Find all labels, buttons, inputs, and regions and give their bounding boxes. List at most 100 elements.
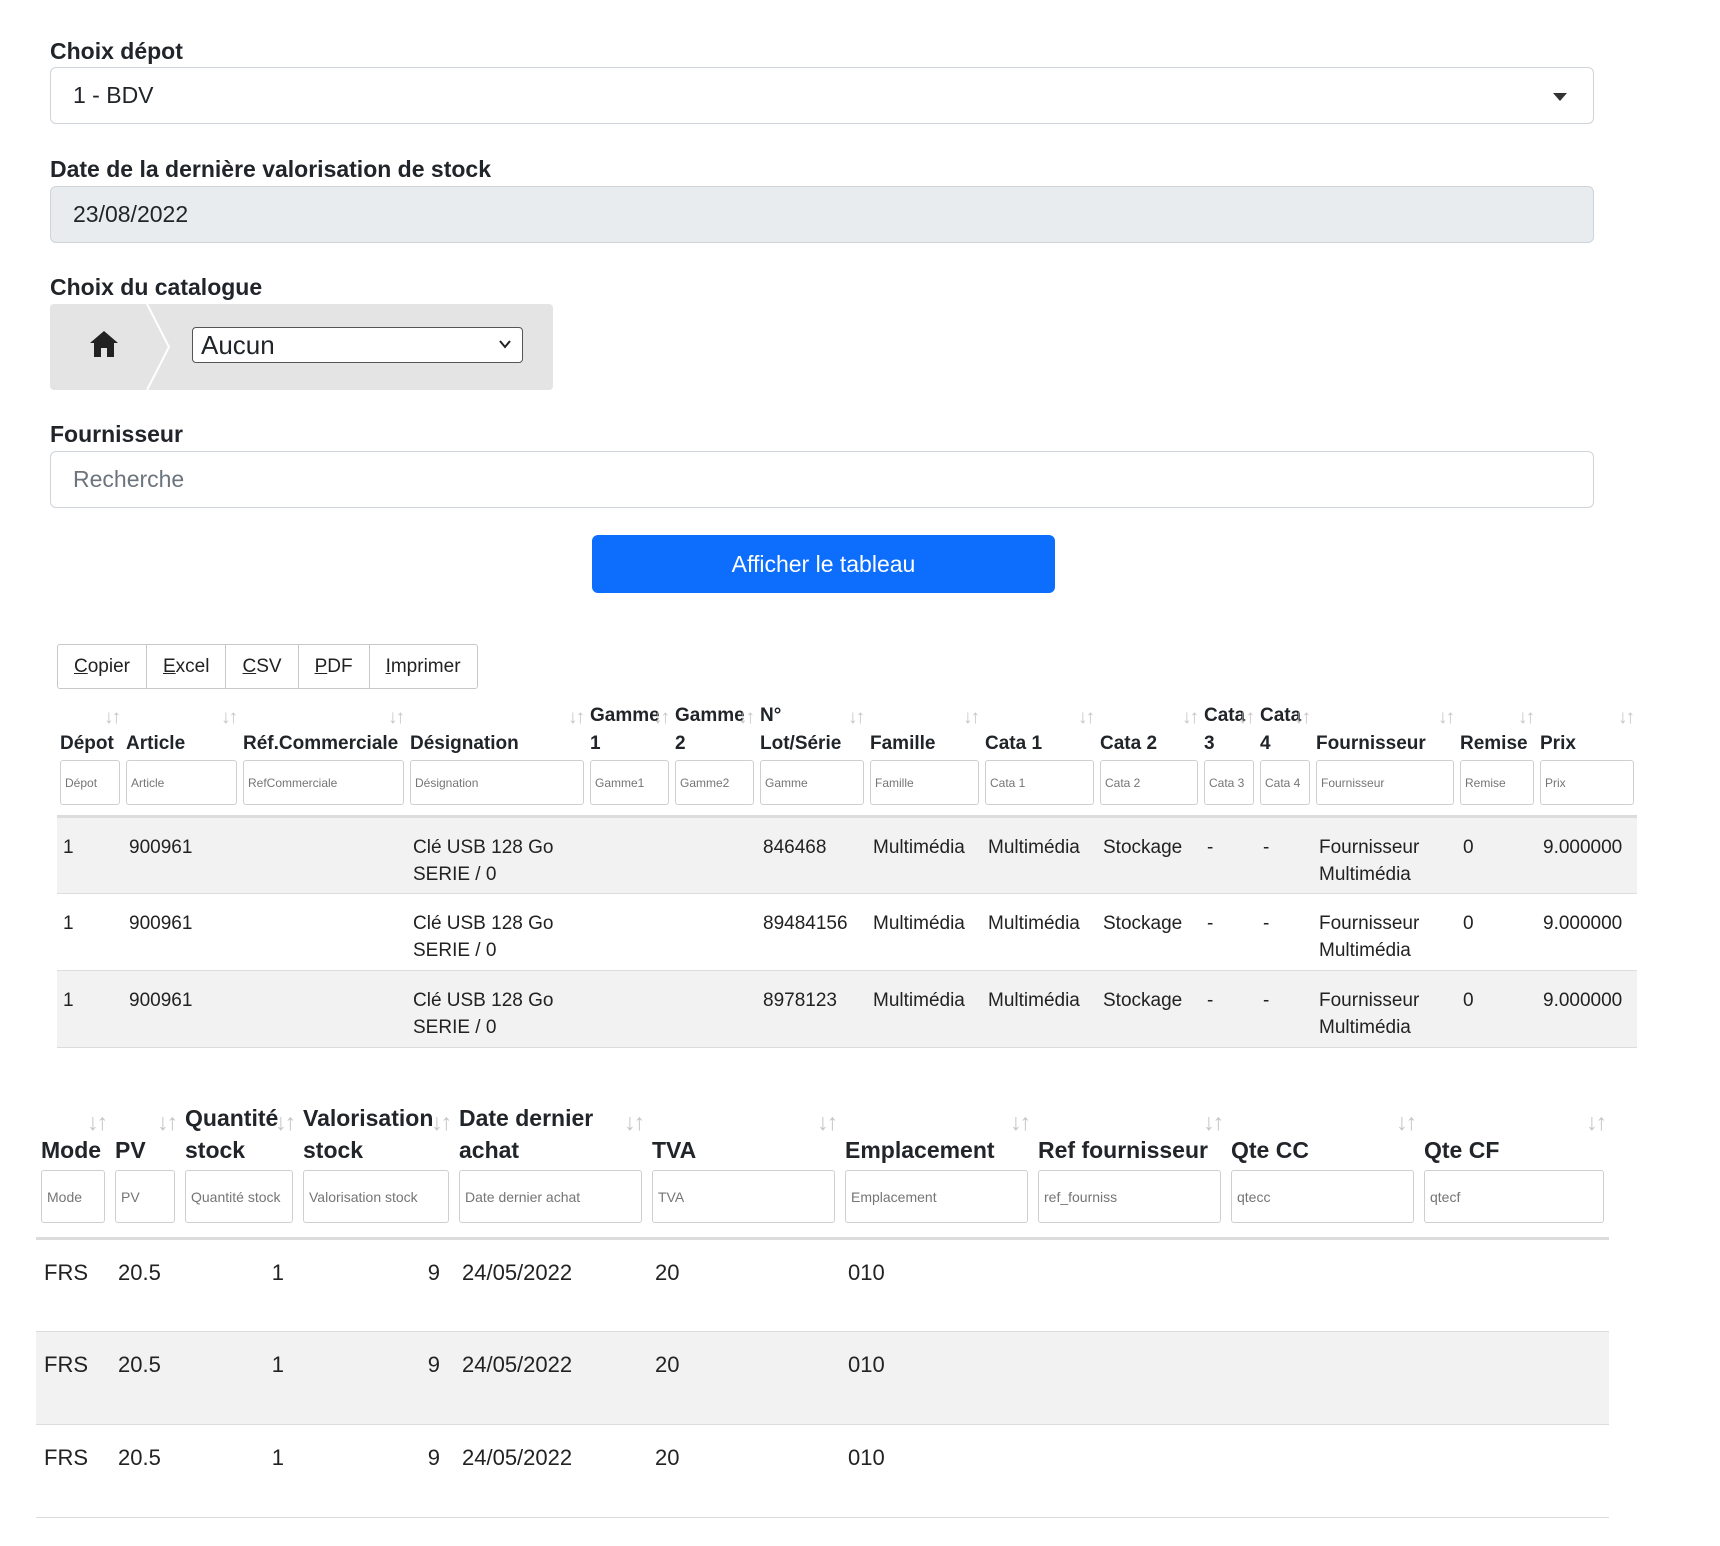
table-row[interactable]: FRS 20.5 1 9 24/05/2022 20 010 — [36, 1238, 1609, 1332]
column-header-cata-4[interactable]: ↓↑ Cata 4 — [1257, 700, 1313, 760]
export-button-label: SV — [256, 655, 282, 677]
filter-input-qte-cf[interactable] — [1424, 1170, 1604, 1223]
column-header-label: Famille — [870, 733, 936, 754]
filter-input-famille[interactable] — [870, 760, 979, 805]
filter-input-mode[interactable] — [41, 1170, 105, 1223]
column-header-mode[interactable]: ↓↑ Mode — [36, 1102, 110, 1170]
column-filter-cell — [1201, 760, 1257, 818]
depot-select[interactable]: 1 - BDV — [50, 67, 1594, 124]
table-row[interactable]: 1 900961 Clé USB 128 Go SERIE / 0 846468 Mul… — [57, 816, 1637, 894]
column-filter-cell — [123, 760, 240, 818]
cell-famille: Multimédia — [867, 970, 982, 1048]
cell-article: 900961 — [123, 970, 240, 1048]
column-header-fournisseur[interactable]: ↓↑ Fournisseur — [1313, 700, 1457, 760]
column-header-cata-2[interactable]: ↓↑ Cata 2 — [1097, 700, 1201, 760]
column-header-article[interactable]: ↓↑ Article — [123, 700, 240, 760]
catalogue-select[interactable]: Aucun — [192, 327, 523, 363]
column-header-depot[interactable]: ↓↑ Dépot — [57, 700, 123, 760]
column-header-famille[interactable]: ↓↑ Famille — [867, 700, 982, 760]
cell-n-lot-serie: 89484156 — [757, 893, 867, 971]
column-header-pv[interactable]: ↓↑ PV — [110, 1102, 180, 1170]
column-header-label: Ref fournisseur — [1038, 1137, 1208, 1163]
cell-valorisation-stock: 9 — [298, 1238, 454, 1332]
filter-input-gamme-1[interactable] — [590, 760, 669, 805]
filter-input-gamme-2[interactable] — [675, 760, 754, 805]
filter-input-emplacement[interactable] — [845, 1170, 1028, 1223]
export-csv-button[interactable]: C SV — [226, 645, 299, 688]
column-header-label: Gamme 1 — [590, 705, 660, 754]
export-button-shortcut: P — [314, 655, 328, 677]
column-header-qte-cf[interactable]: ↓↑ Qte CF — [1419, 1102, 1609, 1170]
column-header-gamme-2[interactable]: ↓↑ Gamme 2 — [672, 700, 757, 760]
column-header-quantite-stock[interactable]: ↓↑ Quantité stock — [180, 1102, 298, 1170]
fournisseur-placeholder: Recherche — [73, 466, 185, 492]
filter-input-fournisseur[interactable] — [1316, 760, 1454, 805]
column-header-ref-commerciale[interactable]: ↓↑ Réf.Commerciale — [240, 700, 407, 760]
table-row[interactable]: FRS 20.5 1 9 24/05/2022 20 010 — [36, 1424, 1609, 1518]
filter-input-date-dernier-achat[interactable] — [459, 1170, 642, 1223]
column-header-cata-3[interactable]: ↓↑ Cata 3 — [1201, 700, 1257, 760]
cell-qte-cf — [1419, 1424, 1609, 1518]
filter-input-cata-3[interactable] — [1204, 760, 1254, 805]
table-row[interactable]: FRS 20.5 1 9 24/05/2022 20 010 — [36, 1331, 1609, 1425]
show-table-button[interactable]: Afficher le tableau — [592, 535, 1055, 593]
filter-input-depot[interactable] — [60, 760, 120, 805]
sort-arrows-icon: ↓↑ — [275, 1109, 296, 1135]
filter-input-remise[interactable] — [1460, 760, 1534, 805]
home-icon[interactable] — [88, 328, 120, 360]
filter-input-article[interactable] — [126, 760, 237, 805]
column-header-cata-1[interactable]: ↓↑ Cata 1 — [982, 700, 1097, 760]
filter-input-cata-2[interactable] — [1100, 760, 1198, 805]
column-header-label: Mode — [41, 1137, 102, 1163]
cell-tva: 20 — [647, 1424, 840, 1518]
column-filter-cell — [298, 1170, 454, 1240]
caret-down-icon — [1553, 93, 1567, 101]
filter-input-ref-fournisseur[interactable] — [1038, 1170, 1221, 1223]
cell-article: 900961 — [123, 816, 240, 894]
export-imprimer-button[interactable]: Imprimer — [370, 645, 477, 688]
filter-input-n-lot-serie[interactable] — [760, 760, 864, 805]
filter-input-quantite-stock[interactable] — [185, 1170, 293, 1223]
cell-qte-cc — [1226, 1331, 1419, 1425]
column-filter-cell — [1419, 1170, 1609, 1240]
sort-arrows-icon: ↓↑ — [1078, 707, 1095, 728]
table-row[interactable]: 1 900961 Clé USB 128 Go SERIE / 0 89484156 M… — [57, 893, 1637, 971]
cell-remise: 0 — [1457, 970, 1537, 1048]
filter-input-qte-cc[interactable] — [1231, 1170, 1414, 1223]
column-header-valorisation-stock[interactable]: ↓↑ Valorisation stock — [298, 1102, 454, 1170]
cell-tva: 20 — [647, 1238, 840, 1332]
column-header-gamme-1[interactable]: ↓↑ Gamme 1 — [587, 700, 672, 760]
column-header-label: Valorisation stock — [303, 1105, 434, 1163]
table-row[interactable]: 1 900961 Clé USB 128 Go SERIE / 0 8978123 Mu… — [57, 970, 1637, 1048]
export-copier-button[interactable]: Copier — [58, 645, 147, 688]
sort-arrows-icon: ↓↑ — [653, 707, 670, 728]
filter-input-cata-4[interactable] — [1260, 760, 1310, 805]
cell-gamme-1 — [587, 816, 672, 894]
column-header-label: Qte CC — [1231, 1137, 1309, 1163]
sort-arrows-icon: ↓↑ — [568, 707, 585, 728]
column-header-prix[interactable]: ↓↑ Prix — [1537, 700, 1637, 760]
column-header-ref-fournisseur[interactable]: ↓↑ Ref fournisseur — [1033, 1102, 1226, 1170]
cell-cata-1: Multimédia — [982, 893, 1097, 971]
fournisseur-search-input[interactable]: Recherche — [50, 451, 1594, 508]
filter-input-valorisation-stock[interactable] — [303, 1170, 449, 1223]
cell-cata-2: Stockage — [1097, 816, 1201, 894]
filter-input-cata-1[interactable] — [985, 760, 1094, 805]
column-header-remise[interactable]: ↓↑ Remise — [1457, 700, 1537, 760]
column-header-qte-cc[interactable]: ↓↑ Qte CC — [1226, 1102, 1419, 1170]
column-header-n-lot-serie[interactable]: ↓↑ N° Lot/Série — [757, 700, 867, 760]
column-header-designation[interactable]: ↓↑ Désignation — [407, 700, 587, 760]
column-header-date-dernier-achat[interactable]: ↓↑ Date dernier achat — [454, 1102, 647, 1170]
column-header-label: Gamme 2 — [675, 705, 745, 754]
export-pdf-button[interactable]: P DF — [299, 645, 370, 688]
filter-input-prix[interactable] — [1540, 760, 1634, 805]
cell-qte-cc — [1226, 1424, 1419, 1518]
filter-input-designation[interactable] — [410, 760, 584, 805]
cell-qte-cf — [1419, 1238, 1609, 1332]
filter-input-pv[interactable] — [115, 1170, 175, 1223]
column-header-tva[interactable]: ↓↑ TVA — [647, 1102, 840, 1170]
filter-input-tva[interactable] — [652, 1170, 835, 1223]
column-header-emplacement[interactable]: ↓↑ Emplacement — [840, 1102, 1033, 1170]
export-excel-button[interactable]: Excel — [147, 645, 227, 688]
filter-input-ref-commerciale[interactable] — [243, 760, 404, 805]
